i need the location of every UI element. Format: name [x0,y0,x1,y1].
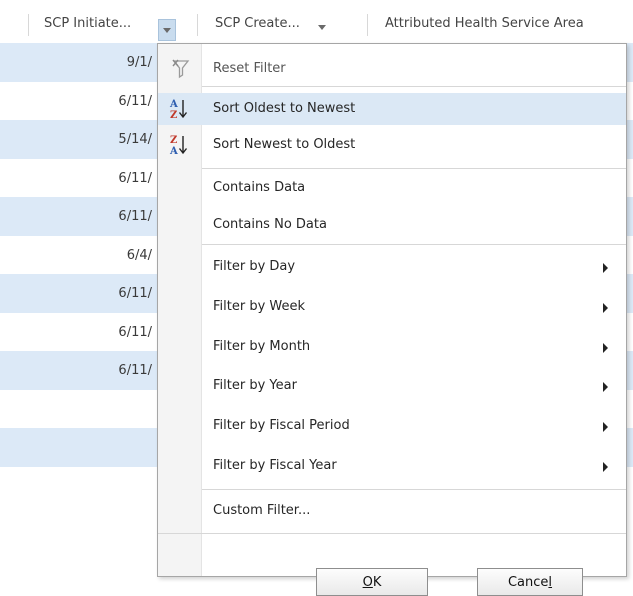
menu-separator [202,168,626,169]
menu-item-label: Filter by Day [213,259,296,274]
menu-item-label: Filter by Fiscal Period [213,418,350,433]
menu-item-label: Filter by Month [213,339,311,354]
menu-item-custom-filter[interactable]: Custom Filter... [158,495,626,527]
column-header-scp-created[interactable]: SCP Create... [215,16,300,31]
chevron-right-icon [603,422,608,432]
menu-item-label: Contains Data [213,180,306,195]
menu-item-contains-no-data[interactable]: Contains No Data [158,209,626,241]
date-cell: 6/4/ [126,247,152,263]
menu-separator [202,244,626,245]
menu-item-label: Custom Filter... [213,503,311,518]
menu-item-contains-data[interactable]: Contains Data [158,172,626,204]
menu-item-label: Filter by Year [213,378,297,393]
menu-item-filter-by-month[interactable]: Filter by Month [158,331,626,363]
menu-item-filter-by-week[interactable]: Filter by Week [158,291,626,323]
menu-item-label: Sort Oldest to Newest [213,101,356,116]
menu-item-filter-by-day[interactable]: Filter by Day [158,251,626,283]
menu-item-reset-filter[interactable]: Reset Filter [158,54,626,84]
chevron-right-icon [603,462,608,472]
sort-a-z-icon: A Z [169,99,188,121]
ok-button[interactable]: OK [316,568,428,596]
cancel-button[interactable]: Cancel [477,568,583,596]
menu-separator [202,489,626,490]
column-header-scp-initiated[interactable]: SCP Initiate... [44,16,131,31]
column-header-attributed-health-service-area[interactable]: Attributed Health Service Area [385,16,584,31]
date-cell: 6/11/ [118,93,152,109]
menu-item-label: Contains No Data [213,217,327,232]
filter-dropdown-menu: Reset Filter A Z Sort Oldest to Newest Z… [157,43,627,596]
date-cell: 5/14/ [118,132,152,147]
date-cell: 6/11/ [118,363,152,378]
menu-item-sort-oldest-to-newest[interactable]: A Z Sort Oldest to Newest [158,93,626,125]
chevron-right-icon [603,303,608,313]
svg-text:A: A [169,99,178,110]
menu-item-label: Sort Newest to Oldest [213,137,356,152]
menu-separator [158,533,626,534]
column-separator[interactable] [28,14,29,36]
date-cell: 6/11/ [118,286,152,301]
date-cell: 6/11/ [118,170,152,186]
menu-separator [202,86,626,87]
chevron-down-icon [163,27,171,33]
column-separator[interactable] [367,14,368,36]
menu-item-sort-newest-to-oldest[interactable]: Z A Sort Newest to Oldest [158,129,626,161]
date-cell: 6/11/ [118,324,152,340]
chevron-right-icon [603,382,608,392]
chevron-right-icon [603,263,608,273]
chevron-down-icon[interactable] [318,25,326,30]
menu-item-filter-by-year[interactable]: Filter by Year [158,370,626,402]
sort-z-a-icon: Z A [169,135,188,157]
menu-item-label: Filter by Fiscal Year [213,458,337,473]
grid-header: SCP Initiate... SCP Create... Attributed… [0,0,633,44]
menu-item-label: Reset Filter [213,61,286,76]
menu-item-label: Filter by Week [213,299,306,314]
date-cell: 9/1/ [126,55,152,70]
svg-text:A: A [169,146,178,157]
chevron-right-icon [603,343,608,353]
column-separator[interactable] [197,14,198,36]
menu-item-filter-by-fiscal-period[interactable]: Filter by Fiscal Period [158,410,626,442]
date-cell: 6/11/ [118,209,152,224]
filter-clear-icon [172,59,190,79]
svg-text:Z: Z [170,110,177,121]
column-filter-button[interactable] [158,19,176,41]
svg-text:Z: Z [170,135,177,146]
menu-item-filter-by-fiscal-year[interactable]: Filter by Fiscal Year [158,450,626,482]
